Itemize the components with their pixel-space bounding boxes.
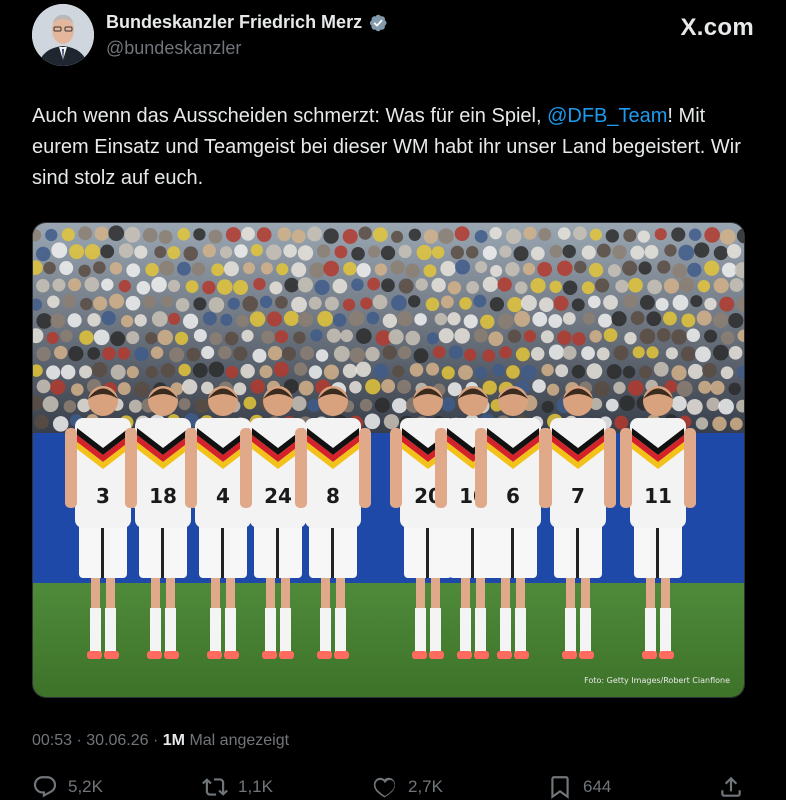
handle[interactable]: @bundeskanzler: [106, 38, 241, 59]
avatar[interactable]: [32, 4, 94, 66]
like-button[interactable]: 2,7K: [372, 774, 443, 800]
tweet-text-part: Auch wenn das Ausscheiden schmerzt: Was …: [32, 105, 548, 127]
repost-count: 1,1K: [238, 777, 273, 796]
action-bar: 5,2K 1,1K 2,7K 644: [32, 774, 744, 800]
jersey-number: 18: [149, 484, 177, 508]
tweet-photo[interactable]: 3 18 4 24 8 20 10 6 7 11 Foto: Getty Images/Rober…: [32, 222, 745, 698]
like-count: 2,7K: [408, 777, 443, 796]
tweet-date[interactable]: 30.06.26: [86, 732, 148, 749]
share-icon: [721, 776, 741, 797]
tweet-time[interactable]: 00:53: [32, 732, 72, 749]
heart-icon: [373, 777, 396, 798]
repost-button[interactable]: 1,1K: [202, 774, 273, 800]
profile-avatar-icon: [32, 4, 94, 66]
bookmark-button[interactable]: 644: [547, 774, 611, 800]
views-count: 1M: [162, 732, 185, 749]
jersey-number: 4: [216, 484, 230, 508]
bookmark-count: 644: [583, 777, 612, 796]
tweet-header: Bundeskanzler Friedrich Merz @bundeskanz…: [32, 4, 754, 68]
share-button[interactable]: [718, 774, 744, 800]
jersey-number: 3: [96, 484, 110, 508]
jersey-number: 7: [571, 484, 585, 508]
tweet-meta: 00:53 · 30.06.26 · 1M Mal angezeigt: [32, 732, 290, 749]
brand-logo: X.com: [680, 14, 754, 41]
jersey-number: 6: [506, 484, 520, 508]
photo-credit: Foto: Getty Images/Robert Cianflone: [584, 676, 730, 685]
display-name[interactable]: Bundeskanzler Friedrich Merz: [106, 12, 362, 33]
views-label: Mal angezeigt: [189, 732, 290, 749]
jersey-number: 24: [264, 484, 292, 508]
reply-button[interactable]: 5,2K: [32, 774, 103, 800]
bookmark-icon: [551, 776, 569, 799]
jersey-number: 8: [326, 484, 340, 508]
reply-count: 5,2K: [68, 777, 103, 796]
mention-link[interactable]: @DFB_Team: [547, 105, 667, 127]
reply-icon: [33, 776, 57, 798]
photo-scene: 3 18 4 24 8 20 10 6 7 11: [33, 223, 744, 697]
repost-icon: [202, 778, 228, 796]
tweet-text: Auch wenn das Ausscheiden schmerzt: Was …: [32, 101, 762, 194]
verified-badge-icon: [369, 14, 387, 31]
jersey-number: 11: [644, 484, 672, 508]
